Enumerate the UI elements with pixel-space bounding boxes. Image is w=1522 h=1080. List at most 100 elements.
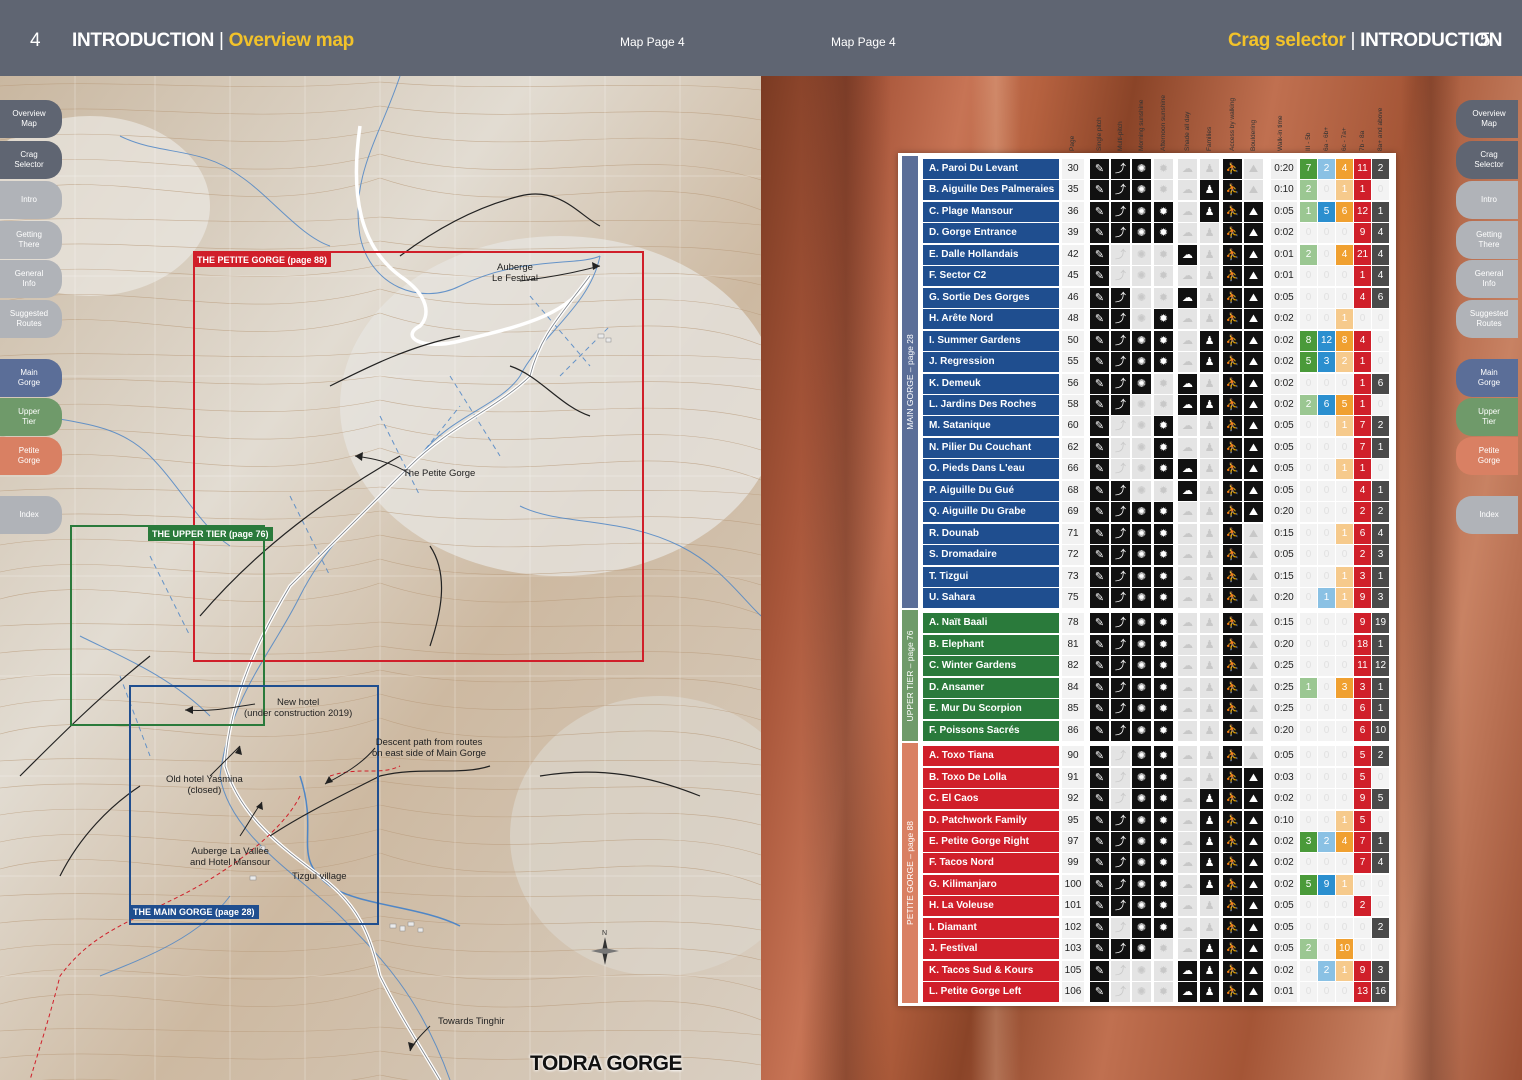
crag-name[interactable]: K. Demeuk xyxy=(923,373,1059,394)
shade-icon: ☁ xyxy=(1178,459,1197,480)
main-gorge-box-label[interactable]: THE MAIN GORGE (page 28) xyxy=(129,905,259,919)
crag-name[interactable]: L. Petite Gorge Left xyxy=(923,982,1059,1003)
bouldering-icon: ⛰ xyxy=(1244,656,1263,677)
crag-name[interactable]: G. Kilimanjaro xyxy=(923,874,1059,895)
side-tab-general-info[interactable]: General Info xyxy=(1456,260,1518,298)
crag-page-number: 55 xyxy=(1062,352,1084,373)
side-tab-general-info[interactable]: General Info xyxy=(0,260,62,298)
side-tab-main-gorge[interactable]: Main Gorge xyxy=(0,359,62,397)
side-tab-upper-tier[interactable]: Upper Tier xyxy=(0,398,62,436)
overview-map[interactable]: N THE PETITE GORGE (page 88) THE UPPER T… xyxy=(0,76,761,1080)
crag-name[interactable]: M. Satanique xyxy=(923,416,1059,437)
afternoon-sun-icon: ✹ xyxy=(1154,352,1173,373)
morning-sun-icon: ✺ xyxy=(1132,853,1151,874)
side-tab-overview-map[interactable]: Overview Map xyxy=(0,100,62,138)
single-pitch-icon: ✎ xyxy=(1090,394,1109,415)
grade-count: 0 xyxy=(1372,394,1389,415)
side-tab-crag-selector[interactable]: Crag Selector xyxy=(0,141,62,179)
crag-name[interactable]: E. Dalle Hollandais xyxy=(923,244,1059,265)
crag-name[interactable]: D. Patchwork Family xyxy=(923,810,1059,831)
bouldering-icon: ⛰ xyxy=(1244,634,1263,655)
side-tab-crag-selector[interactable]: Crag Selector xyxy=(1456,141,1518,179)
crag-name[interactable]: R. Dounab xyxy=(923,523,1059,544)
crag-name[interactable]: S. Dromadaire xyxy=(923,545,1059,566)
side-tab-petite-gorge[interactable]: Petite Gorge xyxy=(0,437,62,475)
crag-name[interactable]: I. Summer Gardens xyxy=(923,330,1059,351)
crag-name[interactable]: H. Arête Nord xyxy=(923,309,1059,330)
walk-in-time: 0:02 xyxy=(1271,394,1297,415)
walk-in-time: 0:02 xyxy=(1271,309,1297,330)
multi-pitch-icon: ⤴ xyxy=(1111,566,1130,587)
crag-name[interactable]: B. Elephant xyxy=(923,634,1059,655)
crag-name[interactable]: J. Regression xyxy=(923,352,1059,373)
walking-icon: ⛹ xyxy=(1223,201,1242,222)
afternoon-sun-icon: ✹ xyxy=(1154,588,1173,608)
petite-gorge-box-label[interactable]: THE PETITE GORGE (page 88) xyxy=(193,253,332,267)
crag-name[interactable]: C. Winter Gardens xyxy=(923,656,1059,677)
crag-name[interactable]: F. Tacos Nord xyxy=(923,853,1059,874)
crag-name[interactable]: F. Sector C2 xyxy=(923,266,1059,287)
side-tab-overview-map[interactable]: Overview Map xyxy=(1456,100,1518,138)
crag-name[interactable]: B. Aiguille Des Palmeraies xyxy=(923,180,1059,201)
crag-name[interactable]: A. Paroi Du Levant xyxy=(923,159,1059,179)
crag-name[interactable]: I. Diamant xyxy=(923,917,1059,938)
crag-name[interactable]: B. Toxo De Lolla xyxy=(923,767,1059,788)
crag-name[interactable]: N. Pilier Du Couchant xyxy=(923,437,1059,458)
side-tab-intro[interactable]: Intro xyxy=(0,181,62,219)
crag-name[interactable]: C. Plage Mansour xyxy=(923,201,1059,222)
shade-icon: ☁ xyxy=(1178,373,1197,394)
crag-name[interactable]: O. Pieds Dans L'eau xyxy=(923,459,1059,480)
side-tab-index[interactable]: Index xyxy=(0,496,62,534)
crag-name[interactable]: P. Aiguille Du Gué xyxy=(923,480,1059,501)
crag-name[interactable]: F. Poissons Sacrés xyxy=(923,720,1059,741)
side-tab-index[interactable]: Index xyxy=(1456,496,1518,534)
side-tab-main-gorge[interactable]: Main Gorge xyxy=(1456,359,1518,397)
column-header: 7b - 8a xyxy=(1356,93,1368,151)
grade-count: 0 xyxy=(1318,309,1335,330)
upper-tier-box-label[interactable]: THE UPPER TIER (page 76) xyxy=(148,527,273,541)
walk-in-time: 0:02 xyxy=(1271,330,1297,351)
grade-count: 0 xyxy=(1300,789,1317,810)
side-tab-petite-gorge[interactable]: Petite Gorge xyxy=(1456,437,1518,475)
grade-count: 0 xyxy=(1336,613,1353,634)
crag-name[interactable]: L. Jardins Des Roches xyxy=(923,394,1059,415)
crag-name[interactable]: E. Mur Du Scorpion xyxy=(923,699,1059,720)
crag-name[interactable]: Q. Aiguille Du Grabe xyxy=(923,502,1059,523)
crag-name[interactable]: D. Ansamer xyxy=(923,677,1059,698)
crag-name[interactable]: D. Gorge Entrance xyxy=(923,223,1059,244)
crag-name[interactable]: C. El Caos xyxy=(923,789,1059,810)
crag-name[interactable]: K. Tacos Sud & Kours xyxy=(923,960,1059,981)
crag-name[interactable]: J. Festival xyxy=(923,939,1059,960)
shade-icon: ☁ xyxy=(1178,566,1197,587)
grade-count: 0 xyxy=(1318,545,1335,566)
side-tab-getting-there[interactable]: Getting There xyxy=(0,221,62,259)
side-tab-intro[interactable]: Intro xyxy=(1456,181,1518,219)
walk-in-time: 0:05 xyxy=(1271,416,1297,437)
single-pitch-icon: ✎ xyxy=(1090,566,1109,587)
crag-page-number: 82 xyxy=(1062,656,1084,677)
grade-count: 5 xyxy=(1354,810,1371,831)
crag-name[interactable]: A. Naït Baali xyxy=(923,613,1059,634)
map-label-new-hotel: New hotel (under construction 2019) xyxy=(244,697,353,719)
side-tab-suggested-routes[interactable]: Suggested Routes xyxy=(0,300,62,338)
bouldering-icon: ⛰ xyxy=(1244,159,1263,179)
morning-sun-icon: ✺ xyxy=(1132,480,1151,501)
side-tab-upper-tier[interactable]: Upper Tier xyxy=(1456,398,1518,436)
crag-name[interactable]: U. Sahara xyxy=(923,588,1059,608)
main-gorge-box[interactable] xyxy=(129,685,379,925)
crag-name[interactable]: H. La Voleuse xyxy=(923,896,1059,917)
crag-name[interactable]: T. Tizgui xyxy=(923,566,1059,587)
side-tab-getting-there[interactable]: Getting There xyxy=(1456,221,1518,259)
grade-count: 18 xyxy=(1354,634,1371,655)
families-icon: ♟ xyxy=(1200,634,1219,655)
crag-page-number: 69 xyxy=(1062,502,1084,523)
crag-page-number: 66 xyxy=(1062,459,1084,480)
crag-name[interactable]: E. Petite Gorge Right xyxy=(923,831,1059,852)
crag-name[interactable]: A. Toxo Tiana xyxy=(923,746,1059,767)
grade-count: 0 xyxy=(1318,767,1335,788)
side-tab-suggested-routes[interactable]: Suggested Routes xyxy=(1456,300,1518,338)
grade-count: 2 xyxy=(1372,159,1389,179)
grade-count: 0 xyxy=(1300,634,1317,655)
crag-name[interactable]: G. Sortie Des Gorges xyxy=(923,287,1059,308)
families-icon: ♟ xyxy=(1200,720,1219,741)
